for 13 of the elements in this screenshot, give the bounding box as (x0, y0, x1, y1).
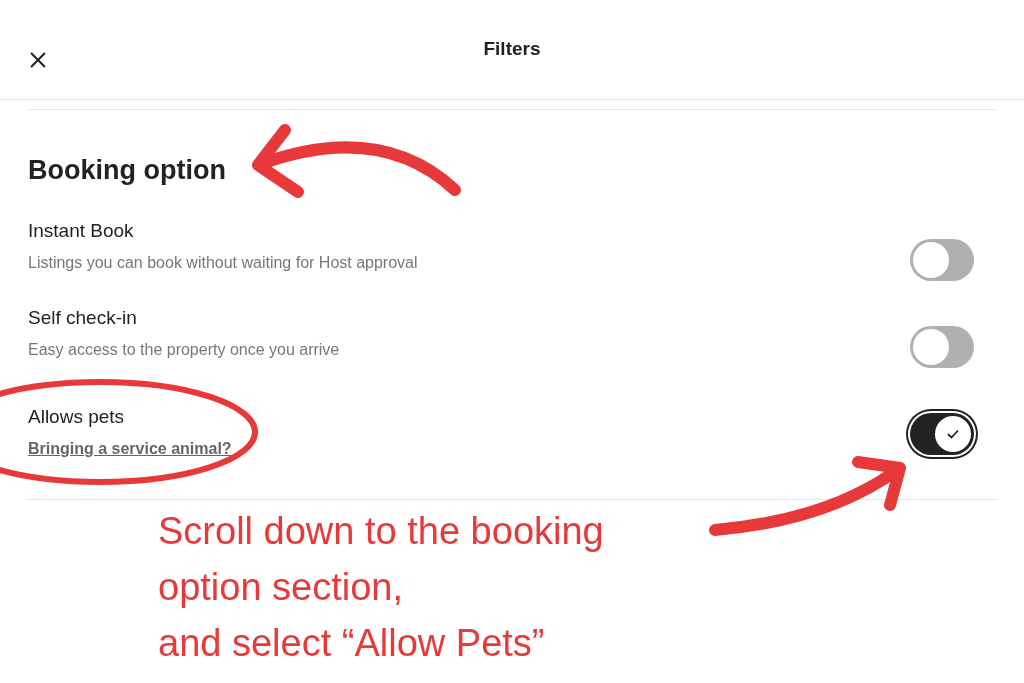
option-label: Instant Book (28, 220, 135, 244)
dialog-title: Filters (483, 37, 541, 62)
toggle-switch[interactable] (910, 325, 974, 368)
service-animal-link[interactable]: Bringing a service animal? (28, 437, 232, 462)
option-label: Self check-in (28, 307, 138, 331)
option-description: Easy access to the property once you arrive (28, 340, 340, 361)
check-icon (946, 427, 960, 440)
section-heading: Booking option (28, 154, 227, 187)
option-label: Allows pets (28, 406, 126, 430)
toggle-switch[interactable] (910, 238, 974, 281)
close-icon (28, 49, 48, 70)
annotation-text: Scroll down to the booking option section, and select “Allow Pets” (158, 509, 604, 666)
option-description: Listings you can book without waiting for Host approval (28, 253, 418, 274)
